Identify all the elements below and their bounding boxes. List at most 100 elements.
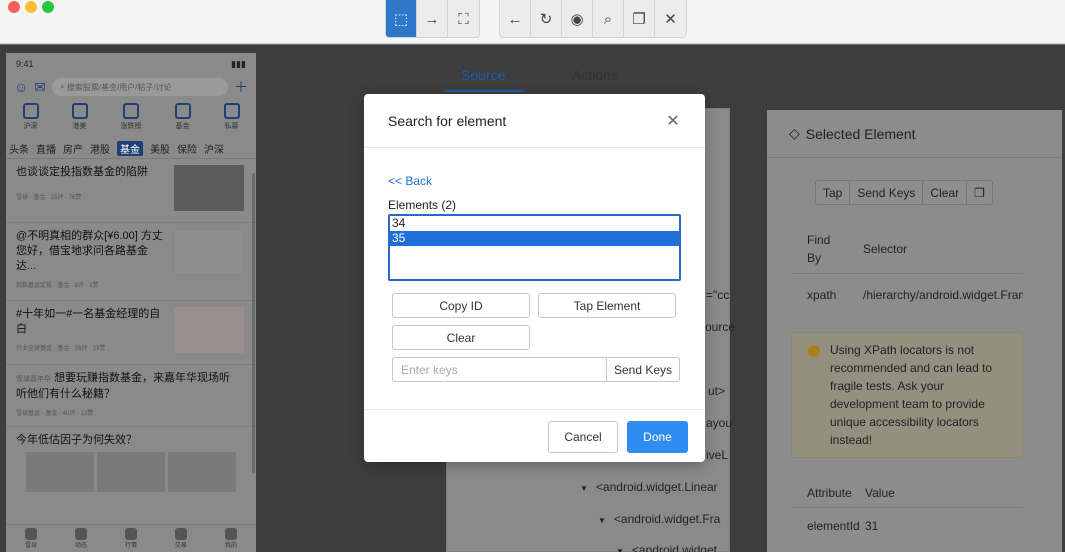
bottom-nav-item[interactable]: 动态 (74, 528, 87, 549)
quick-link[interactable]: 涨跌榜 (121, 103, 142, 139)
clear-button[interactable]: Clear (392, 325, 530, 350)
warning-icon (808, 345, 820, 357)
phone-tab[interactable]: 直播 (36, 141, 56, 156)
tab-source[interactable]: Source (461, 67, 505, 83)
done-button[interactable]: Done (627, 421, 688, 453)
copy-icon: ❐ (632, 11, 646, 28)
tree-node[interactable]: ▼ <android.widget. (616, 543, 720, 552)
list-item[interactable]: 今年低估因子为何失效？ (6, 427, 256, 507)
quick-link[interactable]: 沪深 (22, 103, 39, 139)
modal-close-button[interactable]: ✕ (663, 111, 683, 131)
list-item[interactable]: 雪球嘉年华 想要玩赚指数基金，来嘉年华现场听听他们有什么秘籍？ 雪球基金 · 基… (6, 365, 256, 427)
list-item[interactable]: @不明真相的群众[¥6.00] 方丈您好，借宝地求问各路基金达... 指数基金定… (6, 223, 256, 301)
quick-link-icon (22, 103, 39, 119)
battery-icon: ▮▮▮ (231, 59, 246, 69)
selector-table: Find By Selector xpath /hierarchy/androi… (791, 224, 1023, 310)
tab-actions[interactable]: Actions (572, 67, 618, 83)
window-close-button[interactable] (8, 1, 20, 13)
phone-tab[interactable]: 沪深 (204, 141, 224, 156)
copy-xml-button[interactable]: ❐ (624, 0, 655, 37)
window-zoom-button[interactable] (42, 1, 54, 13)
mail-icon: ✉ (34, 78, 47, 95)
quick-link-icon (71, 103, 88, 119)
modal-title: Search for element (388, 112, 507, 129)
quick-link-icon (223, 103, 240, 119)
phone-bottom-nav: 雪球 动态 行情 交易 我的 (6, 524, 256, 552)
tap-coordinates-button[interactable]: ⛶ (448, 0, 479, 37)
tree-fragment: iveL (706, 448, 729, 462)
list-item[interactable]: #十年如一#一名基金经理的自白 兴业全球基金 · 基金 · 26评 · 33赞 (6, 301, 256, 365)
tree-node[interactable]: ▼ <android.widget.Fra (598, 512, 720, 526)
swipe-button[interactable]: → (417, 0, 448, 37)
device-screenshot[interactable]: 9:41 ▮▮▮ ☺ ✉ ⌕ 搜索股票/基金/用户/帖子/讨论 ＋ 沪深 港美 … (6, 53, 256, 552)
copy-attributes-button[interactable]: ❐ (967, 181, 992, 204)
keys-input[interactable] (393, 358, 606, 381)
phone-time: 9:41 (16, 59, 34, 69)
phone-quick-links: 沪深 港美 涨跌榜 基金 私募 (6, 101, 256, 139)
tap-coordinates-icon: ⛶ (458, 10, 469, 28)
eye-icon: ◉ (570, 11, 584, 28)
refresh-button[interactable]: ↻ (531, 0, 562, 37)
phone-tab[interactable]: 保险 (177, 141, 197, 156)
show-hide-button[interactable]: ◉ (562, 0, 593, 37)
select-element-button[interactable]: ⬚ (386, 0, 417, 37)
attribute-value: 31 (865, 519, 879, 533)
swipe-icon: → (424, 10, 440, 28)
find-by-value: xpath (807, 288, 837, 302)
list-item[interactable]: 也谈谈定投指数基金的陷阱 雪球 · 基金 · 15评 · 76赞 (6, 159, 256, 223)
modal-header: Search for element ✕ (364, 94, 705, 148)
phone-tab-active[interactable]: 基金 (117, 141, 143, 156)
nav-icon (24, 528, 37, 540)
quick-link[interactable]: 港美 (71, 103, 88, 139)
search-button[interactable]: ⌕ (593, 0, 624, 37)
quit-session-button[interactable]: ✕ (655, 0, 686, 37)
back-link[interactable]: << Back (388, 174, 432, 188)
value-header: Value (865, 485, 895, 500)
tree-fragment: ="cc (706, 288, 730, 302)
phone-tabs: 头条 直播 房产 港股 基金 美股 保险 沪深 (6, 139, 256, 159)
phone-tab[interactable]: 美股 (150, 141, 170, 156)
clear-button[interactable]: Clear (923, 181, 968, 204)
tap-element-button[interactable]: Tap Element (538, 293, 676, 318)
caret-down-icon: ▼ (598, 516, 606, 525)
quick-link[interactable]: 私募 (223, 103, 240, 139)
quick-link-icon (123, 103, 139, 119)
element-option[interactable]: 34 (390, 216, 679, 231)
phone-tab[interactable]: 房产 (63, 141, 83, 156)
phone-search-input[interactable]: ⌕ 搜索股票/基金/用户/帖子/讨论 (52, 78, 228, 96)
send-keys-button[interactable]: Send Keys (850, 181, 924, 204)
tree-node[interactable]: ▼ <android.widget.Linear (580, 480, 718, 494)
bottom-nav-item[interactable]: 我的 (224, 528, 237, 549)
caret-down-icon: ▼ (580, 484, 588, 493)
selected-element-title: Selected Element (805, 125, 916, 142)
elements-listbox[interactable]: 34 35 (388, 214, 681, 281)
search-icon: ⌕ (603, 10, 613, 28)
refresh-icon: ↻ (539, 11, 553, 28)
phone-tab[interactable]: 港股 (90, 141, 110, 156)
nav-icon (74, 528, 87, 540)
nav-icon (224, 528, 237, 540)
thumbnail-chart (174, 229, 244, 275)
thumbnail-image (174, 307, 244, 353)
bottom-nav-item[interactable]: 行情 (124, 528, 137, 549)
send-keys-button[interactable]: Send Keys (606, 358, 679, 381)
phone-tab[interactable]: 头条 (9, 141, 29, 156)
phone-search-row: ☺ ✉ ⌕ 搜索股票/基金/用户/帖子/讨论 ＋ (6, 73, 256, 101)
element-option-selected[interactable]: 35 (390, 231, 679, 246)
tree-fragment: ource (705, 320, 736, 334)
selector-value[interactable]: /hierarchy/android.widget.FrameLa (847, 274, 1023, 310)
tap-button[interactable]: Tap (816, 181, 851, 204)
send-keys-group: Send Keys (392, 357, 680, 382)
quick-link[interactable]: 基金 (174, 103, 191, 139)
tree-fragment: ayou (706, 416, 733, 430)
toolbar-action-group: ← ↻ ◉ ⌕ ❐ ✕ (499, 0, 687, 38)
bottom-nav-item[interactable]: 交易 (174, 528, 187, 549)
close-icon: ✕ (666, 112, 680, 130)
window-minimize-button[interactable] (25, 1, 37, 13)
bottom-nav-item[interactable]: 雪球 (24, 528, 37, 549)
cancel-button[interactable]: Cancel (548, 421, 618, 453)
back-button[interactable]: ← (500, 0, 531, 37)
toolbar-mode-group: ⬚ → ⛶ (385, 0, 480, 38)
nav-icon (124, 528, 137, 540)
copy-id-button[interactable]: Copy ID (392, 293, 530, 318)
